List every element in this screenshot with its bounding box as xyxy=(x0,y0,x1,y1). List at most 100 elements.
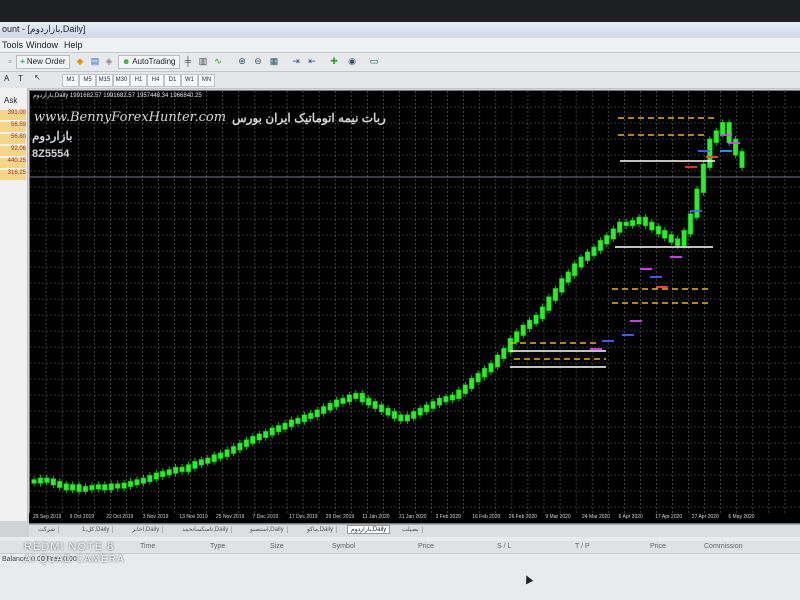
chart-tab[interactable]: 1,کل,Daily xyxy=(79,526,114,533)
time-tick-label: 6 May 2020 xyxy=(728,514,755,520)
chart-tab[interactable]: نامنکساتحمد,Daily xyxy=(179,526,233,533)
timeframe-h4[interactable]: H4 xyxy=(147,74,164,87)
timeframe-m5[interactable]: M5 xyxy=(79,74,96,87)
timeframe-d1[interactable]: D1 xyxy=(164,74,181,87)
timeframe-h1[interactable]: H1 xyxy=(130,74,147,87)
bar-chart-icon[interactable]: ╪ xyxy=(182,56,194,67)
candle-body xyxy=(604,234,610,245)
candle-body xyxy=(102,484,108,491)
candle-chart-icon[interactable]: ▥ xyxy=(197,56,209,67)
menu-window[interactable]: Window xyxy=(26,40,58,50)
time-tick-label: 17 Apr 2020 xyxy=(655,514,683,520)
cursor-tool-icon[interactable]: A xyxy=(4,74,9,83)
timeframe-toolbar: A T ↖ M1 M5 M15 M30 H1 H4 D1 W1 MN xyxy=(0,72,800,89)
camera-model: REDMI NOTE 8 xyxy=(24,541,115,553)
col-time[interactable]: Time xyxy=(140,543,155,550)
candle-body xyxy=(327,402,333,411)
candle-body xyxy=(301,414,307,423)
time-tick-label: 29 Dec 2019 xyxy=(325,514,355,520)
candle-body xyxy=(687,213,694,235)
chart-tab[interactable]: شرکت xyxy=(35,526,60,533)
time-tick-label: 7 Dec 2019 xyxy=(252,514,279,520)
candle-body xyxy=(391,411,398,419)
zoom-out-icon[interactable]: ⊖ xyxy=(252,56,264,67)
col-type[interactable]: Type xyxy=(210,543,225,550)
candle-body xyxy=(127,480,134,488)
quote-ask[interactable]: 56.59 xyxy=(0,122,26,132)
screen-bezel xyxy=(0,0,800,22)
candle-body xyxy=(76,484,82,493)
col-tp[interactable]: T / P xyxy=(575,543,590,550)
navigator-icon[interactable]: ◈ xyxy=(103,56,115,67)
tile-icon[interactable]: ▦ xyxy=(268,56,280,67)
candle-body xyxy=(372,401,378,409)
candle-body xyxy=(732,138,739,156)
history-icon[interactable]: ▤ xyxy=(89,56,101,67)
quote-ask[interactable]: 440.25 xyxy=(0,158,26,168)
candle-body xyxy=(475,372,481,383)
timeframe-w1[interactable]: W1 xyxy=(181,74,198,87)
quote-ask[interactable]: 391.00 xyxy=(0,110,26,120)
col-price-current[interactable]: Price xyxy=(650,543,666,550)
quote-ask[interactable]: 316.25 xyxy=(0,170,26,180)
timeframe-m15[interactable]: M15 xyxy=(96,74,113,87)
time-tick-label: 9 Oct 2019 xyxy=(69,514,95,520)
col-commission[interactable]: Commission xyxy=(704,543,743,550)
candle-body xyxy=(520,324,526,336)
col-symbol[interactable]: Symbol xyxy=(332,543,355,550)
text-tool-icon[interactable]: T xyxy=(18,74,23,83)
quote-ask[interactable]: 56.80 xyxy=(0,134,26,144)
candle-body xyxy=(398,414,404,422)
auto-trading-button[interactable]: ☻ AutoTrading xyxy=(118,55,180,69)
chart-shift-icon[interactable]: ⇤ xyxy=(306,56,318,67)
chart-tab-active[interactable]: بازاردوم,Daily xyxy=(347,525,391,534)
candle-body xyxy=(417,407,423,416)
candle-body xyxy=(147,475,153,483)
timeframe-m1[interactable]: M1 xyxy=(62,74,79,87)
chart-tab[interactable]: ماکو,Daily xyxy=(304,526,338,533)
candle-body xyxy=(720,121,726,135)
chart-canvas[interactable] xyxy=(30,91,800,523)
col-size[interactable]: Size xyxy=(270,543,284,550)
new-order-button[interactable]: + New Order xyxy=(16,55,70,69)
chart-tab[interactable]: استصنو,Daily xyxy=(247,526,288,533)
candle-body xyxy=(636,216,642,225)
candle-body xyxy=(591,246,597,257)
time-tick-label: 11 Jan 2020 xyxy=(362,514,390,520)
time-tick-label: 16 Feb 2020 xyxy=(472,514,501,520)
price-chart[interactable]: بازاردوم,Daily 1991682.57 1991682.57 195… xyxy=(29,90,800,524)
menu-tools[interactable]: Tools xyxy=(2,40,23,50)
ask-column-header: Ask xyxy=(4,96,18,105)
candle-body xyxy=(662,229,668,239)
plus-icon: + xyxy=(20,57,27,66)
auto-scroll-icon[interactable]: ⇥ xyxy=(290,56,302,67)
templates-icon[interactable]: ▭ xyxy=(368,56,380,67)
arrow-tool-icon[interactable]: ↖ xyxy=(34,73,41,82)
chart-tab[interactable]: اخابر,Daily xyxy=(129,526,164,533)
menu-help[interactable]: Help xyxy=(64,40,83,50)
timeframe-mn[interactable]: MN xyxy=(198,74,215,87)
col-price[interactable]: Price xyxy=(418,543,434,550)
periods-icon[interactable]: ◉ xyxy=(346,56,358,67)
bell-icon[interactable]: ◆ xyxy=(74,56,86,67)
time-tick-label: 3 Feb 2020 xyxy=(435,514,461,520)
candle-body xyxy=(623,221,629,227)
timeframe-m30[interactable]: M30 xyxy=(113,74,130,87)
time-tick-label: 26 Feb 2020 xyxy=(508,514,537,520)
chart-tab[interactable]: بصیلت xyxy=(399,526,423,533)
candle-body xyxy=(295,417,301,424)
candle-body xyxy=(160,470,166,478)
candle-body xyxy=(275,425,282,433)
candle-body xyxy=(546,296,552,311)
quote-ask[interactable]: 92.06 xyxy=(0,146,26,156)
candle-body xyxy=(256,433,262,441)
zoom-in-icon[interactable]: ⊕ xyxy=(236,56,248,67)
line-chart-icon[interactable]: ∿ xyxy=(212,56,224,67)
candle-body xyxy=(359,392,365,403)
candle-body xyxy=(37,477,44,484)
open-icon[interactable]: ▫ xyxy=(4,56,16,67)
candle-body xyxy=(694,188,700,218)
indicators-icon[interactable]: ✚ xyxy=(328,56,340,67)
col-sl[interactable]: S / L xyxy=(497,543,511,550)
candle-body xyxy=(423,404,430,413)
